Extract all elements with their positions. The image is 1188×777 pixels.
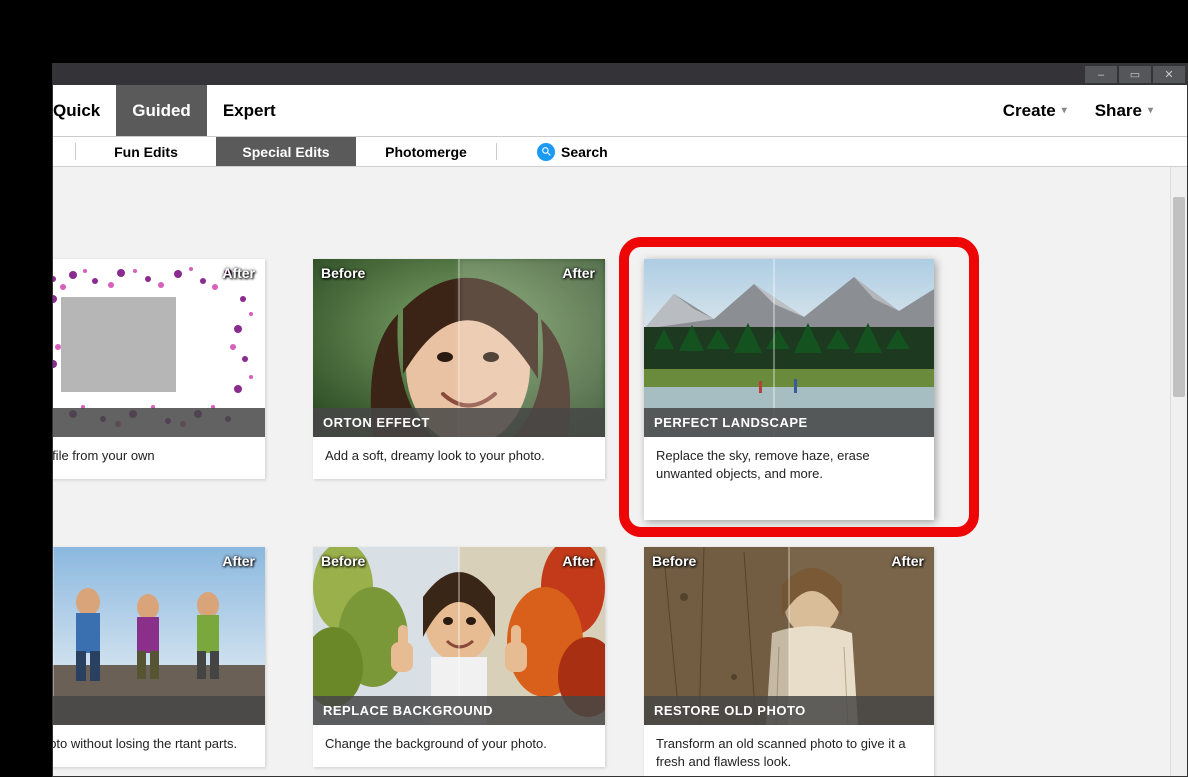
card-frame-creator[interactable]: After REATOR ew frame file from your own [53, 259, 265, 479]
card-replace-background[interactable]: Before After REPLACE BACKGROUND Change t… [313, 547, 605, 767]
scroll-thumb[interactable] [1173, 197, 1185, 397]
nav-right-group: Create ▾ Share ▾ [989, 85, 1187, 136]
card-description: Add a soft, dreamy look to your photo. [313, 437, 605, 479]
card-recompose[interactable]: After OSE e your photo without losing th… [53, 547, 265, 767]
chevron-down-icon: ▾ [1062, 105, 1067, 116]
maximize-icon: ▭ [1130, 68, 1140, 81]
minimize-button[interactable]: – [1085, 66, 1117, 83]
after-label: After [562, 265, 595, 281]
before-label: Before [321, 553, 365, 569]
card-image: Before After RESTORE OLD PHOTO [644, 547, 934, 725]
subtab-photomerge-label: Photomerge [385, 144, 467, 160]
subtab-photomerge[interactable]: Photomerge [356, 137, 496, 166]
minimize-icon: – [1098, 69, 1104, 81]
card-description: e your photo without losing the rtant pa… [53, 725, 265, 767]
tab-quick-label: Quick [53, 101, 100, 121]
subtab-fun-edits-label: Fun Edits [114, 144, 178, 160]
card-image: PERFECT LANDSCAPE [644, 259, 934, 437]
sub-nav: Fun Edits Special Edits Photomerge Searc… [53, 137, 1187, 167]
vertical-scrollbar[interactable] [1170, 167, 1187, 776]
card-perfect-landscape[interactable]: PERFECT LANDSCAPE Replace the sky, remov… [644, 259, 934, 520]
after-label: After [222, 265, 255, 281]
card-title: REPLACE BACKGROUND [313, 696, 605, 725]
card-title: PERFECT LANDSCAPE [644, 408, 934, 437]
share-label: Share [1095, 101, 1142, 121]
subtab-fun-edits[interactable]: Fun Edits [76, 137, 216, 166]
divider [496, 143, 497, 160]
card-title: REATOR [53, 408, 265, 437]
card-image: After OSE [53, 547, 265, 725]
subtab-special-edits-label: Special Edits [242, 144, 329, 160]
after-label: After [891, 553, 924, 569]
close-button[interactable]: ✕ [1153, 66, 1185, 83]
card-title: ORTON EFFECT [313, 408, 605, 437]
tab-expert[interactable]: Expert [207, 85, 292, 136]
subtab-special-edits[interactable]: Special Edits [216, 137, 356, 166]
card-description: Transform an old scanned photo to give i… [644, 725, 934, 776]
before-label: Before [321, 265, 365, 281]
search-icon [537, 143, 555, 161]
main-nav: Quick Guided Expert Create ▾ Share ▾ [53, 85, 1187, 137]
close-icon: ✕ [1164, 68, 1173, 81]
after-label: After [222, 553, 255, 569]
chevron-down-icon: ▾ [1148, 105, 1153, 116]
share-menu[interactable]: Share ▾ [1081, 101, 1167, 121]
card-image: After REATOR [53, 259, 265, 437]
content-area: After REATOR ew frame file from your own [53, 167, 1170, 776]
tab-expert-label: Expert [223, 101, 276, 121]
card-title: OSE [53, 696, 265, 725]
tab-guided-label: Guided [132, 101, 191, 121]
create-menu[interactable]: Create ▾ [989, 101, 1081, 121]
app-window: – ▭ ✕ Quick Guided Expert Create ▾ Share… [52, 63, 1188, 777]
card-restore-old-photo[interactable]: Before After RESTORE OLD PHOTO Transform… [644, 547, 934, 776]
card-title: RESTORE OLD PHOTO [644, 696, 934, 725]
card-description: ew frame file from your own [53, 437, 265, 479]
title-bar: – ▭ ✕ [53, 64, 1187, 85]
card-orton-effect[interactable]: Before After ORTON EFFECT Add a soft, dr… [313, 259, 605, 479]
create-label: Create [1003, 101, 1056, 121]
maximize-button[interactable]: ▭ [1119, 66, 1151, 83]
card-description: Replace the sky, remove haze, erase unwa… [644, 437, 934, 520]
card-description: Change the background of your photo. [313, 725, 605, 767]
after-label: After [562, 553, 595, 569]
tab-guided[interactable]: Guided [116, 85, 207, 136]
search-button[interactable]: Search [537, 137, 608, 166]
before-label: Before [652, 553, 696, 569]
card-image: Before After REPLACE BACKGROUND [313, 547, 605, 725]
tab-quick[interactable]: Quick [53, 85, 116, 136]
search-label: Search [561, 144, 608, 160]
card-image: Before After ORTON EFFECT [313, 259, 605, 437]
